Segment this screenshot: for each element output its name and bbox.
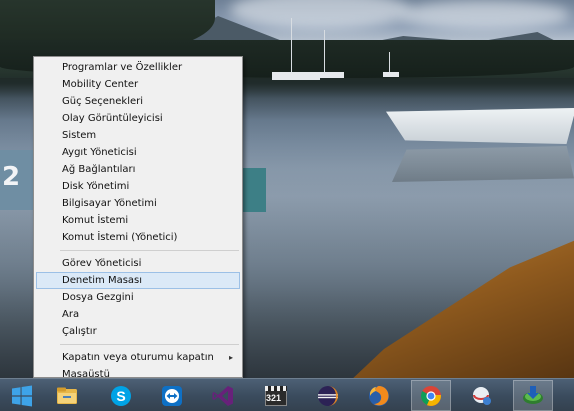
menu-item-power-options[interactable]: Güç Seçenekleri	[34, 93, 242, 110]
menu-item-label: Denetim Masası	[62, 275, 143, 286]
menu-separator	[60, 344, 239, 345]
menu-item-label: Ara	[62, 309, 80, 320]
menu-item-label: Programlar ve Özellikler	[62, 62, 183, 73]
start-button[interactable]	[2, 380, 42, 411]
menu-item-label: Bilgisayar Yönetimi	[62, 198, 157, 209]
menu-item-computer-management[interactable]: Bilgisayar Yönetimi	[34, 195, 242, 212]
teamviewer-icon	[162, 385, 182, 406]
submenu-arrow-icon: ▸	[228, 353, 233, 362]
taskbar-download-manager[interactable]	[513, 380, 553, 411]
menu-item-label: Ağ Bağlantıları	[62, 164, 136, 175]
menu-item-control-panel[interactable]: Denetim Masası	[36, 272, 240, 289]
menu-item-shut-down-or-sign-out[interactable]: Kapatın veya oturumu kapatın ▸	[34, 349, 242, 366]
menu-item-command-prompt[interactable]: Komut İstemi	[34, 212, 242, 229]
menu-item-programs-and-features[interactable]: Programlar ve Özellikler	[34, 59, 242, 76]
menu-item-label: Disk Yönetimi	[62, 181, 130, 192]
eclipse-icon	[318, 385, 338, 406]
menu-item-label: Aygıt Yöneticisi	[62, 147, 137, 158]
taskbar-file-explorer[interactable]	[47, 380, 87, 411]
taskbar-teamviewer[interactable]	[152, 380, 192, 411]
menu-item-label: Olay Görüntüleyicisi	[62, 113, 163, 124]
menu-item-device-manager[interactable]: Aygıt Yöneticisi	[34, 144, 242, 161]
sailboat	[272, 72, 320, 80]
menu-item-label: Komut İstemi (Yönetici)	[62, 232, 178, 243]
taskbar: S 321	[0, 378, 574, 411]
white-rowboat	[386, 108, 574, 144]
sky-cloud	[230, 0, 410, 30]
menu-item-system[interactable]: Sistem	[34, 127, 242, 144]
taskbar-firefox[interactable]	[359, 380, 399, 411]
skype-icon: S	[111, 385, 131, 406]
taskbar-network-tool[interactable]	[462, 380, 502, 411]
menu-item-label: Komut İstemi	[62, 215, 129, 226]
menu-item-label: Güç Seçenekleri	[62, 96, 144, 107]
sailboat	[383, 72, 399, 77]
sailboat	[318, 72, 344, 78]
menu-item-label: Dosya Gezgini	[62, 292, 134, 303]
menu-item-label: Görev Yöneticisi	[62, 258, 142, 269]
menu-item-command-prompt-admin[interactable]: Komut İstemi (Yönetici)	[34, 229, 242, 246]
taskbar-chrome[interactable]	[411, 380, 451, 411]
sailboat-mast	[291, 18, 292, 74]
menu-separator	[60, 250, 239, 251]
windows-logo-icon	[12, 385, 32, 406]
menu-item-event-viewer[interactable]: Olay Görüntüleyicisi	[34, 110, 242, 127]
menu-item-label: Mobility Center	[62, 79, 139, 90]
media-player-badge: 321	[266, 392, 282, 403]
taskbar-media-player[interactable]: 321	[256, 380, 296, 411]
menu-item-network-connections[interactable]: Ağ Bağlantıları	[34, 161, 242, 178]
sailboat-mast	[389, 52, 390, 74]
menu-item-label: Kapatın veya oturumu kapatın	[62, 352, 214, 363]
sailboat-mast	[324, 30, 325, 74]
menu-item-run[interactable]: Çalıştır	[34, 323, 242, 340]
taskbar-eclipse[interactable]	[308, 380, 348, 411]
menu-item-file-explorer[interactable]: Dosya Gezgini	[34, 289, 242, 306]
boat-number: 2	[2, 162, 21, 192]
firefox-icon	[369, 385, 389, 406]
white-rowboat-reflection	[392, 146, 574, 182]
network-tool-icon	[473, 386, 491, 405]
file-explorer-icon	[57, 387, 77, 404]
sky-cloud	[400, 0, 570, 30]
clapper-stripes	[265, 385, 287, 391]
taskbar-skype[interactable]: S	[101, 380, 141, 411]
menu-item-disk-management[interactable]: Disk Yönetimi	[34, 178, 242, 195]
svg-text:S: S	[116, 388, 125, 404]
menu-item-label: Sistem	[62, 130, 97, 141]
taskbar-visual-studio[interactable]	[203, 380, 243, 411]
chrome-icon	[420, 385, 441, 406]
visual-studio-icon	[212, 385, 233, 406]
download-manager-icon	[523, 385, 543, 404]
power-user-context-menu: Programlar ve Özellikler Mobility Center…	[33, 56, 243, 380]
menu-item-task-manager[interactable]: Görev Yöneticisi	[34, 255, 242, 272]
menu-item-search[interactable]: Ara	[34, 306, 242, 323]
menu-item-label: Çalıştır	[62, 326, 97, 337]
media-player-321-icon: 321	[264, 384, 288, 408]
menu-item-mobility-center[interactable]: Mobility Center	[34, 76, 242, 93]
